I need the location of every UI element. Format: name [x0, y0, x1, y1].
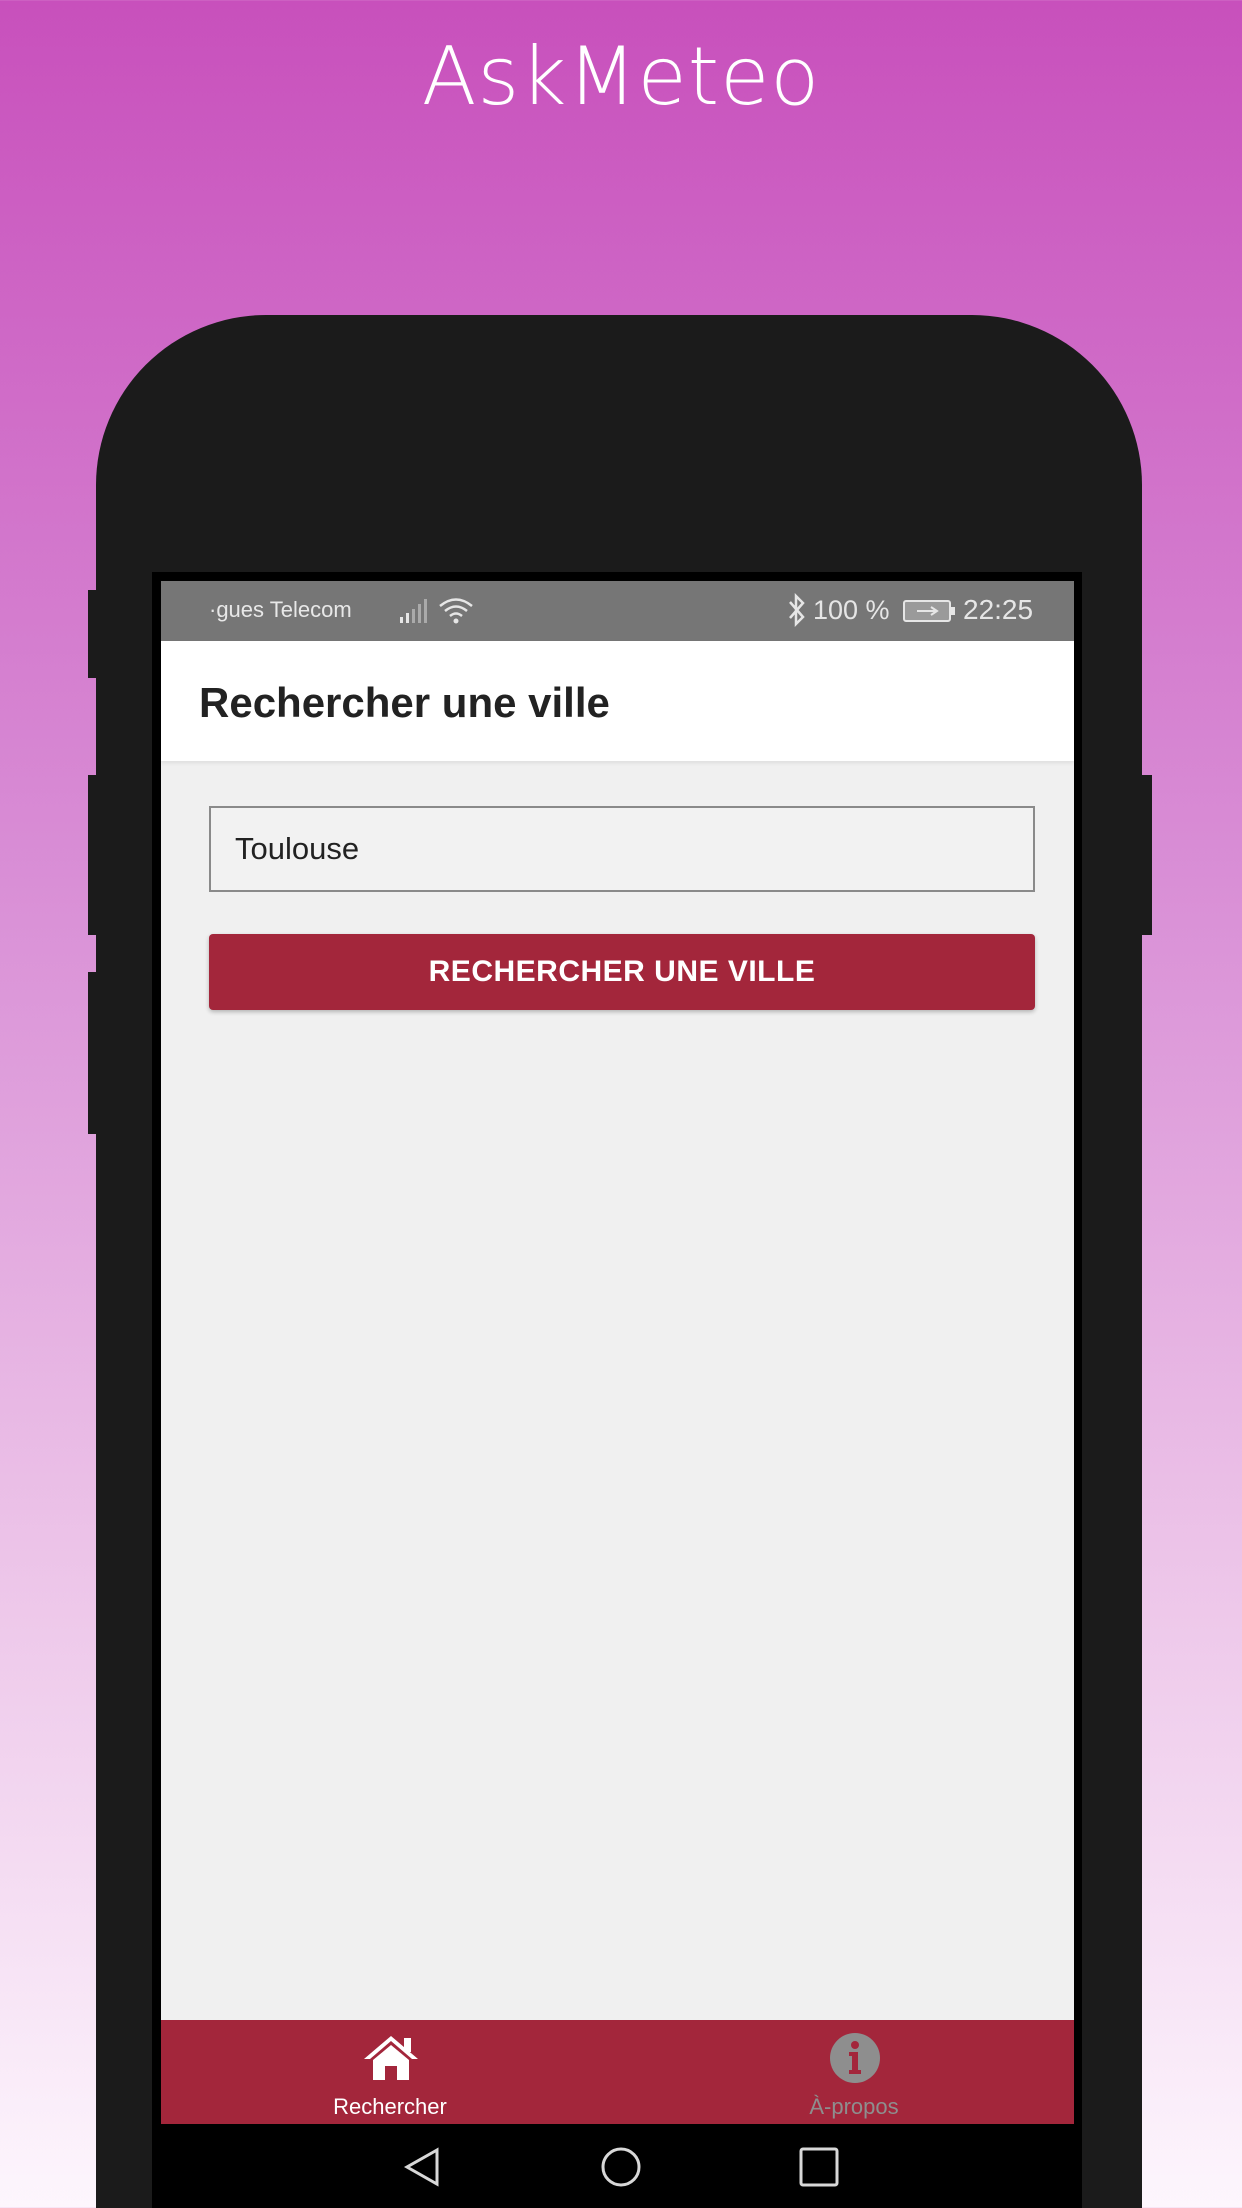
tab-label: À-propos [809, 2094, 899, 2119]
tab-a-propos[interactable]: À-propos [704, 2020, 1004, 2124]
app-title: AskMeteo [421, 30, 821, 123]
phone-screen: ·gues Telecom 100 % 22:25 Rechercher une… [161, 581, 1074, 2208]
battery-icon [903, 600, 955, 622]
carrier-name: ·gues Telecom [209, 597, 352, 622]
home-circle-icon[interactable] [599, 2146, 643, 2188]
status-clock: 22:25 [963, 594, 1034, 625]
battery-percentage: 100 % [813, 595, 890, 625]
recents-icon[interactable] [797, 2146, 841, 2188]
tab-rechercher[interactable]: Rechercher [240, 2020, 540, 2124]
info-icon [830, 2033, 880, 2083]
bottom-navigation: Rechercher À-propos [161, 2020, 1074, 2124]
signal-icon [400, 599, 427, 623]
status-bar: ·gues Telecom 100 % 22:25 [161, 581, 1074, 641]
page-title: Rechercher une ville [199, 679, 610, 726]
city-search-input[interactable] [209, 806, 1035, 892]
tab-label: Rechercher [333, 2094, 447, 2119]
search-city-button[interactable]: RECHERCHER UNE VILLE [209, 934, 1035, 1010]
wifi-icon [439, 598, 473, 624]
home-icon [364, 2036, 418, 2080]
system-navigation-bar [161, 2124, 1074, 2208]
back-icon[interactable] [401, 2146, 445, 2188]
action-bar: Rechercher une ville [161, 641, 1074, 761]
bluetooth-icon [789, 593, 805, 627]
